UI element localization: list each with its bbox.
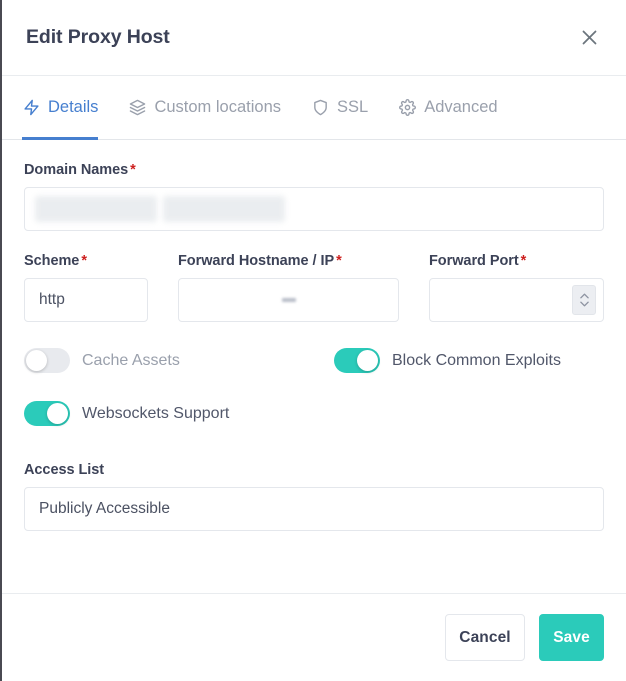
cache-assets-toggle[interactable]: Cache Assets bbox=[24, 348, 334, 373]
modal-footer: Cancel Save bbox=[2, 593, 626, 681]
block-common-exploits-switch[interactable] bbox=[334, 348, 380, 373]
forward-hostname-label-text: Forward Hostname / IP bbox=[178, 253, 335, 269]
switch-knob bbox=[357, 350, 378, 371]
scheme-label-text: Scheme bbox=[24, 253, 80, 269]
domain-names-label: Domain Names * bbox=[24, 162, 604, 178]
websockets-support-label: Websockets Support bbox=[82, 404, 230, 422]
gear-icon bbox=[398, 99, 416, 117]
domain-tag-chip[interactable] bbox=[35, 196, 157, 222]
websockets-support-switch[interactable] bbox=[24, 401, 70, 426]
tab-advanced[interactable]: Advanced bbox=[398, 76, 511, 139]
tab-custom-locations[interactable]: Custom locations bbox=[128, 76, 295, 139]
page-title: Edit Proxy Host bbox=[26, 26, 170, 48]
scheme-select[interactable]: http bbox=[24, 278, 148, 322]
edit-proxy-host-modal: Edit Proxy Host Details Custom locations… bbox=[0, 0, 626, 681]
redacted-value bbox=[281, 298, 296, 302]
tab-bar: Details Custom locations SSL Advanced bbox=[2, 76, 626, 140]
access-list-select[interactable]: Publicly Accessible bbox=[24, 487, 604, 531]
websockets-support-toggle[interactable]: Websockets Support bbox=[24, 401, 229, 426]
tab-ssl[interactable]: SSL bbox=[311, 76, 382, 139]
access-list-label: Access List bbox=[24, 462, 105, 478]
cancel-button[interactable]: Cancel bbox=[445, 614, 525, 661]
cache-assets-label: Cache Assets bbox=[82, 351, 180, 369]
scheme-label: Scheme * bbox=[24, 253, 148, 269]
shield-icon bbox=[311, 99, 329, 117]
tab-custom-locations-label: Custom locations bbox=[154, 98, 281, 116]
domain-tag-chip[interactable] bbox=[163, 196, 285, 222]
toggle-row-primary: Cache Assets Block Common Exploits bbox=[24, 348, 604, 373]
modal-body: Domain Names * Scheme * http Forward Hostn… bbox=[2, 140, 626, 593]
layers-icon bbox=[128, 99, 146, 117]
cache-assets-switch[interactable] bbox=[24, 348, 70, 373]
domain-names-label-text: Domain Names bbox=[24, 162, 129, 178]
save-button[interactable]: Save bbox=[539, 614, 604, 661]
domain-names-field-group: Domain Names * bbox=[24, 162, 604, 231]
forward-port-label: Forward Port * bbox=[429, 253, 604, 269]
required-asterisk: * bbox=[130, 162, 136, 178]
forward-hostname-input[interactable] bbox=[178, 278, 399, 322]
toggle-row-secondary: Websockets Support bbox=[24, 401, 604, 426]
lightning-bolt-icon bbox=[22, 99, 40, 117]
scheme-field-group: Scheme * http bbox=[24, 253, 148, 322]
required-asterisk: * bbox=[81, 253, 87, 269]
close-icon[interactable] bbox=[574, 23, 604, 53]
tab-ssl-label: SSL bbox=[337, 98, 369, 116]
tab-advanced-label: Advanced bbox=[424, 98, 498, 116]
tab-details[interactable]: Details bbox=[22, 76, 112, 140]
access-list-field-group: Access List Publicly Accessible bbox=[24, 462, 604, 531]
forward-port-wrapper bbox=[429, 278, 604, 322]
forward-hostname-label: Forward Hostname / IP * bbox=[178, 253, 399, 269]
switch-knob bbox=[26, 350, 47, 371]
switch-knob bbox=[47, 403, 68, 424]
tab-details-label: Details bbox=[48, 98, 99, 116]
block-common-exploits-label: Block Common Exploits bbox=[392, 351, 561, 369]
domain-names-input[interactable] bbox=[24, 187, 604, 231]
stepper-chevrons-icon[interactable] bbox=[572, 285, 596, 315]
forward-port-field-group: Forward Port * bbox=[429, 253, 604, 322]
forward-hostname-field-group: Forward Hostname / IP * bbox=[178, 253, 399, 322]
required-asterisk: * bbox=[336, 253, 342, 269]
block-common-exploits-toggle[interactable]: Block Common Exploits bbox=[334, 348, 561, 373]
forward-port-label-text: Forward Port bbox=[429, 253, 519, 269]
required-asterisk: * bbox=[520, 253, 527, 269]
forward-settings-row: Scheme * http Forward Hostname / IP * Forw… bbox=[24, 253, 604, 322]
modal-header: Edit Proxy Host bbox=[2, 0, 626, 76]
